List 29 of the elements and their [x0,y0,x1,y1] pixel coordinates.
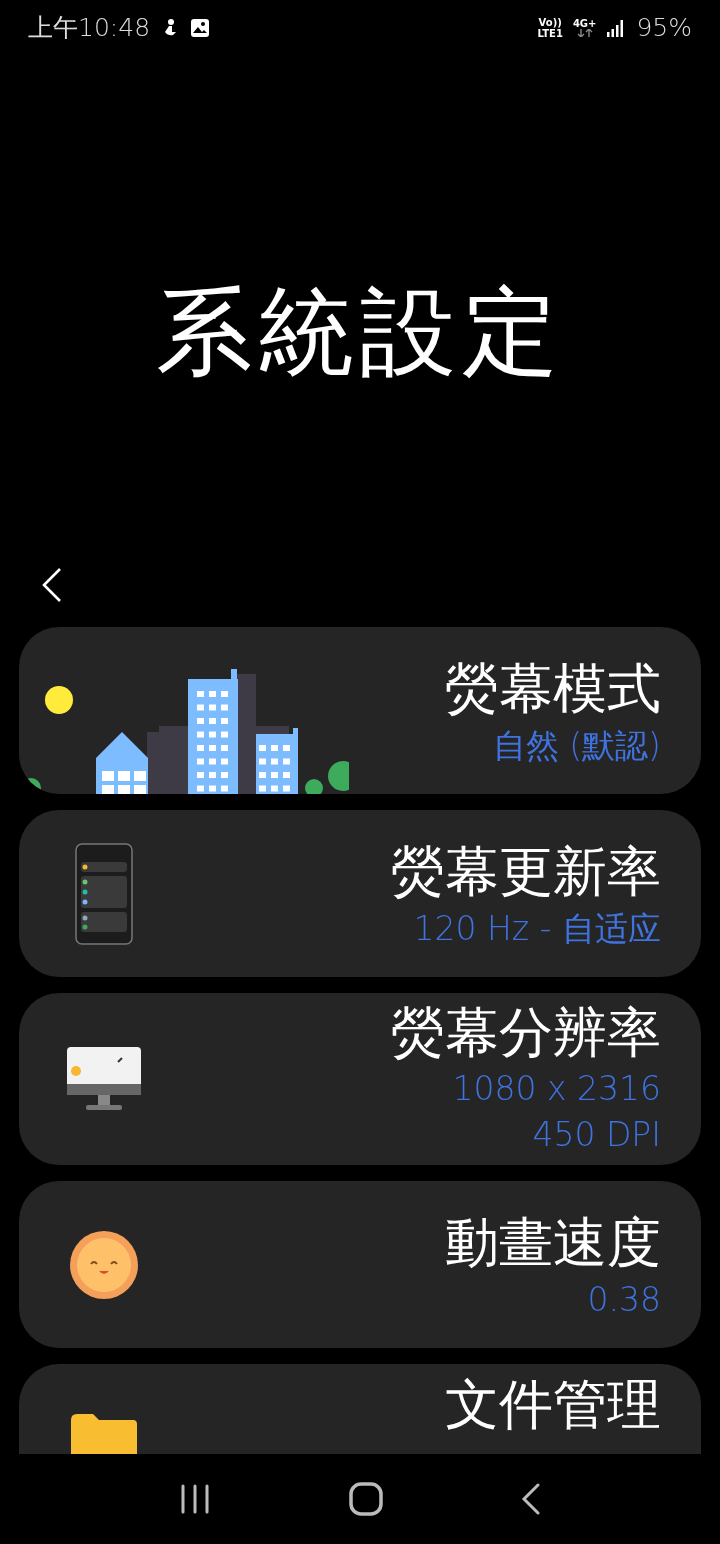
card-title: 熒幕分辨率 [391,1000,661,1066]
image-icon [190,17,211,38]
setting-card[interactable]: 熒幕模式 自然 (默認) [19,627,701,794]
card-title: 文件管理 [445,1372,661,1438]
setting-card[interactable]: 動畫速度 0.38 [19,1181,701,1348]
data-arrows-icon [576,29,593,37]
status-time: 上午10:48 [28,12,151,44]
card-title: 動畫速度 [445,1209,661,1276]
card-title: 熒幕模式 [445,655,661,722]
card-value: 450 DPI [532,1114,661,1156]
setting-card[interactable]: 熒幕更新率 120 Hz - 自适应 [19,810,701,977]
phone-icon [75,842,133,945]
card-value: 120 Hz - 自适应 [413,907,661,950]
network-type: 4G+ [572,18,597,29]
setting-card[interactable]: 文件管理 [19,1364,701,1454]
monitor-icon [66,1046,142,1112]
home-icon[interactable] [349,1482,383,1516]
card-title: 熒幕更新率 [391,838,661,905]
setting-card[interactable]: 熒幕分辨率 1080 x 2316 450 DPI [19,993,701,1165]
card-value: 0.38 [587,1278,661,1321]
volte-indicator: Vo)) LTE1 [537,16,563,39]
back-nav-icon[interactable] [521,1483,541,1515]
folder-icon [69,1412,139,1454]
battery-level: 95% [636,13,692,42]
page-title: 系統設定 [155,277,565,387]
card-value: 1080 x 2316 [452,1068,661,1110]
card-value: 自然 (默認) [492,724,661,767]
recent-apps-icon[interactable] [179,1484,211,1514]
back-icon[interactable] [40,567,64,603]
